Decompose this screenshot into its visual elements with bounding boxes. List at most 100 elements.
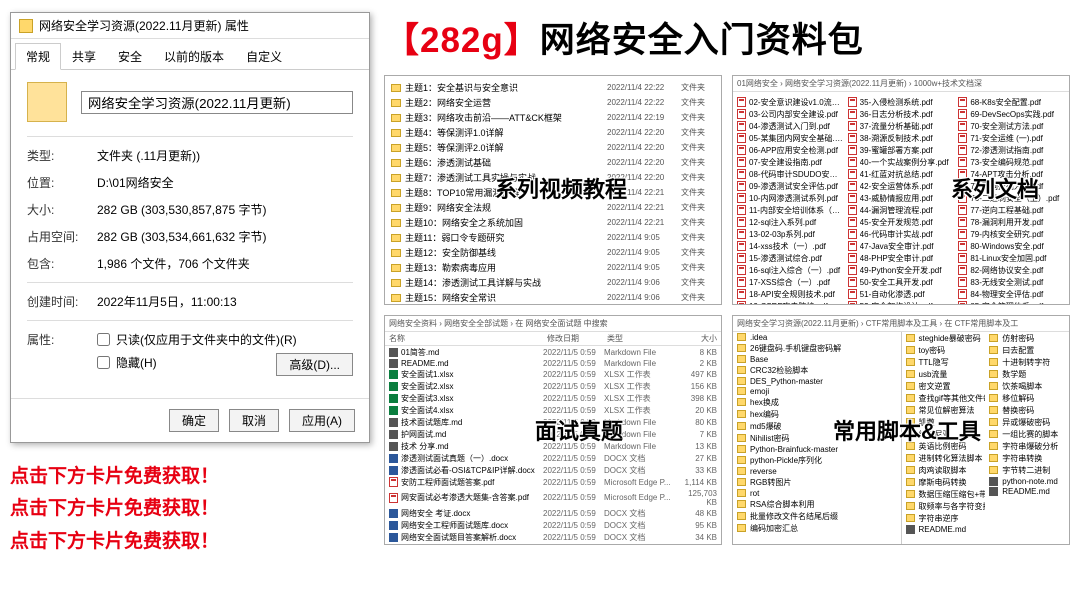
readonly-row[interactable]: 只读(仅应用于文件夹中的文件)(R) <box>97 331 353 348</box>
list-item[interactable]: hex换成 <box>733 396 901 408</box>
list-item[interactable]: 编码加密汇总 <box>733 522 901 534</box>
table-row[interactable]: 网络安全工程师面试题库.docx2022/11/5 0:59DOCX 文档95 … <box>385 519 721 531</box>
list-item[interactable]: python-note.md <box>985 476 1069 486</box>
list-item[interactable]: toy密码 <box>902 344 986 356</box>
list-item[interactable]: 70-安全测试方法.pdf <box>958 120 1065 132</box>
table-row[interactable]: 网络安全之网络安全面试题.docx2022/11/5 0:59DOCX 文档31… <box>385 543 721 545</box>
list-item[interactable]: RSA综合脚本利用 <box>733 498 901 510</box>
list-item[interactable]: rot <box>733 488 901 498</box>
list-item[interactable]: 50-安全工具开发.pdf <box>848 276 955 288</box>
list-item[interactable]: 数学题 <box>985 368 1069 380</box>
tab-custom[interactable]: 自定义 <box>235 43 293 69</box>
list-item[interactable]: 83-无线安全测试.pdf <box>958 276 1065 288</box>
list-item[interactable]: 09-渗透测试安全评估.pdf <box>737 180 844 192</box>
tab-security[interactable]: 安全 <box>107 43 153 69</box>
list-item[interactable]: Base <box>733 354 901 364</box>
list-item[interactable]: 字符串爆破分析 <box>985 440 1069 452</box>
list-item[interactable]: 35-入侵检测系统.pdf <box>848 96 955 108</box>
list-item[interactable]: 18-API安全规则技术.pdf <box>737 288 844 300</box>
list-item[interactable]: 主题2：网络安全运营2022/11/4 22:22文件夹 <box>389 95 717 110</box>
advanced-button[interactable]: 高级(D)... <box>276 353 353 376</box>
list-item[interactable]: 40-一个实战案例分享.pdf <box>848 156 955 168</box>
list-item[interactable]: 03-公司内部安全建设.pdf <box>737 108 844 120</box>
list-item[interactable]: TTL隐写 <box>902 356 986 368</box>
list-item[interactable]: 51-自动化渗透.pdf <box>848 288 955 300</box>
list-item[interactable]: 主题1：安全基识与安全意识2022/11/4 22:22文件夹 <box>389 80 717 95</box>
list-item[interactable]: 主题3：网络攻击前沿——ATT&CK框架2022/11/4 22:19文件夹 <box>389 110 717 125</box>
list-item[interactable]: 41-红蓝对抗总结.pdf <box>848 168 955 180</box>
list-item[interactable]: 主题4：等保测评1.0详解2022/11/4 22:20文件夹 <box>389 125 717 140</box>
dialog-titlebar[interactable]: 网络安全学习资源(2022.11月更新) 属性 <box>11 13 369 39</box>
list-item[interactable]: usb流量 <box>902 368 986 380</box>
list-item[interactable]: 42-安全运营体系.pdf <box>848 180 955 192</box>
list-item[interactable]: 查找gif等其他文件每1帧20 <box>902 392 986 404</box>
list-item[interactable]: 07-安全建设指南.pdf <box>737 156 844 168</box>
list-item[interactable]: 主题10：网络安全之系统加固2022/11/4 22:21文件夹 <box>389 215 717 230</box>
list-item[interactable]: 81-Linux安全加固.pdf <box>958 252 1065 264</box>
list-item[interactable]: DES_Python-master <box>733 376 901 386</box>
list-item[interactable]: 14-xss技术（一）.pdf <box>737 240 844 252</box>
list-item[interactable]: emoji <box>733 386 901 396</box>
list-item[interactable]: 饮茶喝脚本 <box>985 380 1069 392</box>
list-item[interactable]: 主题14：渗透测试工具详解与实战2022/11/4 9:06文件夹 <box>389 275 717 290</box>
list-item[interactable]: 异或爆破密码 <box>985 416 1069 428</box>
list-item[interactable]: 39-蜜罐部署方案.pdf <box>848 144 955 156</box>
list-item[interactable]: 73-安全编码规范.pdf <box>958 156 1065 168</box>
list-item[interactable]: 48-PHP安全审计.pdf <box>848 252 955 264</box>
table-row[interactable]: 安全面试2.xlsx2022/11/5 0:59XLSX 工作表156 KB <box>385 380 721 392</box>
list-item[interactable]: 71-安全运维 (一).pdf <box>958 132 1065 144</box>
table-row[interactable]: 渗透面试必看-OSI&TCP&IP详解.docx2022/11/5 0:59DO… <box>385 464 721 476</box>
table-row[interactable]: 安防工程师面试题答案.pdf2022/11/5 0:59Microsoft Ed… <box>385 476 721 488</box>
list-item[interactable]: 字节转二进制 <box>985 464 1069 476</box>
panel4-breadcrumb[interactable]: 网络安全学习资源(2022.11月更新) › CTF常用脚本及工具 › 在 CT… <box>733 316 1069 332</box>
list-item[interactable]: 十进制转字符 <box>985 356 1069 368</box>
list-item[interactable]: 一组比赛的脚本 <box>985 428 1069 440</box>
cancel-button[interactable]: 取消 <box>229 409 279 432</box>
list-item[interactable]: 取频率与各字符变换 <box>902 500 986 512</box>
table-row[interactable]: 渗透测试面试真题（一）.docx2022/11/5 0:59DOCX 文档27 … <box>385 452 721 464</box>
list-item[interactable]: 替换密码 <box>985 404 1069 416</box>
list-item[interactable]: 36-日志分析技术.pdf <box>848 108 955 120</box>
readonly-checkbox[interactable] <box>97 333 110 346</box>
list-item[interactable]: 77-逆向工程基础.pdf <box>958 204 1065 216</box>
list-item[interactable]: 06-APP应用安全检测.pdf <box>737 144 844 156</box>
list-item[interactable]: 82-网络协议安全.pdf <box>958 264 1065 276</box>
list-item[interactable]: 05-某集团内网安全基础.pdf <box>737 132 844 144</box>
list-item[interactable]: 85-安全管理体系.pdf <box>958 300 1065 305</box>
list-item[interactable]: 04-渗透测试入门到.pdf <box>737 120 844 132</box>
table-row[interactable]: 网络安全 考证.docx2022/11/5 0:59DOCX 文档48 KB <box>385 507 721 519</box>
panel3-header[interactable]: 名称修改日期类型大小 <box>385 332 721 346</box>
list-item[interactable]: README.md <box>902 524 986 534</box>
list-item[interactable]: 16-sql注入综合（一）.pdf <box>737 264 844 276</box>
table-row[interactable]: 安全面试3.xlsx2022/11/5 0:59XLSX 工作表398 KB <box>385 392 721 404</box>
tab-previous[interactable]: 以前的版本 <box>153 43 235 69</box>
list-item[interactable]: 摩斯电码转换 <box>902 476 986 488</box>
list-item[interactable]: 移位解码 <box>985 392 1069 404</box>
panel3-breadcrumb[interactable]: 网络安全资料 › 网络安全全部试题 › 在 网络安全面试题 中搜索 <box>385 316 721 332</box>
list-item[interactable]: 12-sql注入系列.pdf <box>737 216 844 228</box>
list-item[interactable]: 批量修改文件名结尾后缀 <box>733 510 901 522</box>
list-item[interactable]: 49-Python安全开发.pdf <box>848 264 955 276</box>
panel2-breadcrumb[interactable]: 01网络安全 › 网络安全学习资源(2022.11月更新) › 1000w+技术… <box>733 76 1069 92</box>
list-item[interactable]: 主题15：网络安全常识2022/11/4 9:06文件夹 <box>389 290 717 305</box>
list-item[interactable]: 08-代码审计SDUDO安全测评（上）.pdf <box>737 168 844 180</box>
list-item[interactable]: 37-流量分析基础.pdf <box>848 120 955 132</box>
list-item[interactable]: 43-威胁情报应用.pdf <box>848 192 955 204</box>
list-item[interactable]: 仿射密码 <box>985 332 1069 344</box>
table-row[interactable]: 网安面试必考渗透大题集-含答案.pdf2022/11/5 0:59Microso… <box>385 488 721 507</box>
list-item[interactable]: 19-CSRF攻击防护.pdf <box>737 300 844 305</box>
list-item[interactable]: 15-渗透测试综合.pdf <box>737 252 844 264</box>
folder-name-input[interactable] <box>81 91 353 114</box>
list-item[interactable]: 11-内部安全培训体系（一）.pdf <box>737 204 844 216</box>
list-item[interactable]: README.md <box>985 486 1069 496</box>
list-item[interactable]: 主题12：安全防御基线2022/11/4 9:05文件夹 <box>389 245 717 260</box>
list-item[interactable]: 45-安全开发规范.pdf <box>848 216 955 228</box>
list-item[interactable]: 密文逆置 <box>902 380 986 392</box>
list-item[interactable]: 主题11：弱口令专题研究2022/11/4 9:05文件夹 <box>389 230 717 245</box>
list-item[interactable]: 69-DevSecOps实践.pdf <box>958 108 1065 120</box>
apply-button[interactable]: 应用(A) <box>289 409 355 432</box>
list-item[interactable]: 47-Java安全审计.pdf <box>848 240 955 252</box>
list-item[interactable]: 主题6：渗透测试基础2022/11/4 22:20文件夹 <box>389 155 717 170</box>
list-item[interactable]: 79-内核安全研究.pdf <box>958 228 1065 240</box>
table-row[interactable]: README.md2022/11/5 0:59Markdown File2 KB <box>385 358 721 368</box>
